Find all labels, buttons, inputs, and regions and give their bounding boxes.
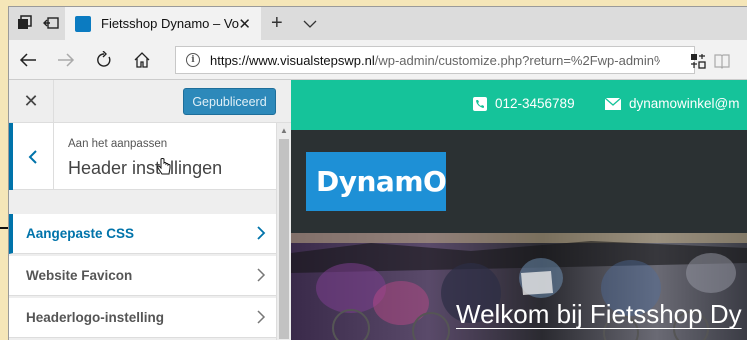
phone-number: 012-3456789 [495, 96, 575, 111]
control-item-header-logo[interactable]: Headerlogo-instelling [9, 298, 276, 338]
control-item-label: Headerlogo-instelling [26, 310, 165, 325]
site-preview[interactable]: 012-3456789 dynamowinkel@m DynamO Welkom… [291, 80, 747, 340]
control-item-label: Aangepaste CSS [26, 226, 135, 241]
chevron-right-icon [257, 310, 266, 324]
chevron-right-icon [257, 226, 266, 240]
address-bar[interactable]: i https://www.visualstepswp.nl/wp-admin/… [175, 46, 695, 74]
customizer-header: ✕ Gepubliceerd [9, 80, 291, 123]
reading-view-book-icon[interactable] [711, 50, 733, 72]
scroll-up-arrow-icon[interactable]: ▲ [280, 126, 288, 135]
preview-logo-area: DynamO [291, 130, 747, 233]
refresh-icon[interactable] [93, 49, 115, 71]
control-item-custom-css[interactable]: Aangepaste CSS [9, 214, 276, 254]
customizer-panel: ✕ Gepubliceerd Aan het aanpassen Header … [9, 80, 291, 340]
close-customizer-icon[interactable]: ✕ [9, 80, 54, 123]
tab-actions-icon[interactable] [15, 13, 35, 33]
email-contact[interactable]: dynamowinkel@m [605, 96, 740, 111]
phone-icon [473, 96, 487, 111]
chevron-right-icon [257, 268, 266, 282]
back-arrow-icon[interactable] [17, 49, 39, 71]
preview-topbar: 012-3456789 dynamowinkel@m [291, 80, 747, 130]
section-header: Aan het aanpassen Header instellingen [9, 123, 276, 190]
phone-contact[interactable]: 012-3456789 [473, 96, 575, 111]
url-text[interactable]: https://www.visualstepswp.nl/wp-admin/cu… [210, 53, 660, 68]
section-subtitle: Aan het aanpassen [68, 138, 168, 150]
tab-close-icon[interactable]: ✕ [238, 15, 251, 33]
control-item-label: Website Favicon [26, 268, 133, 283]
tab-list-chevron-down-icon[interactable] [303, 16, 317, 34]
forward-arrow-icon[interactable] [55, 49, 77, 71]
hero-title: Welkom bij Fietsshop Dy [456, 299, 742, 329]
navigation-bar: i https://www.visualstepswp.nl/wp-admin/… [9, 40, 747, 80]
hand-cursor-icon [157, 158, 171, 175]
new-tab-plus-icon[interactable]: + [271, 12, 283, 35]
home-icon[interactable] [131, 49, 153, 71]
control-item-favicon[interactable]: Website Favicon [9, 256, 276, 296]
set-aside-tabs-icon[interactable] [41, 13, 61, 33]
email-address: dynamowinkel@m [629, 96, 740, 111]
hero-banner: Welkom bij Fietsshop Dy [291, 233, 747, 340]
browser-window: Fietsshop Dynamo – Vo ✕ + i https://www.… [8, 6, 747, 340]
site-logo[interactable]: DynamO [306, 152, 447, 211]
publish-button[interactable]: Gepubliceerd [183, 88, 276, 115]
back-chevron-icon[interactable] [9, 123, 54, 190]
site-favicon-icon [75, 15, 91, 32]
panel-scrollbar[interactable]: ▲ [276, 123, 291, 340]
tab-active[interactable]: Fietsshop Dynamo – Vo ✕ [65, 7, 261, 40]
tab-title: Fietsshop Dynamo – Vo [101, 16, 240, 31]
site-info-icon[interactable]: i [186, 53, 200, 67]
translate-icon[interactable] [687, 50, 709, 72]
section-title: Header instellingen [68, 158, 223, 178]
tab-strip: Fietsshop Dynamo – Vo ✕ + [9, 7, 747, 40]
envelope-icon [605, 97, 621, 110]
scroll-thumb[interactable] [279, 139, 289, 339]
